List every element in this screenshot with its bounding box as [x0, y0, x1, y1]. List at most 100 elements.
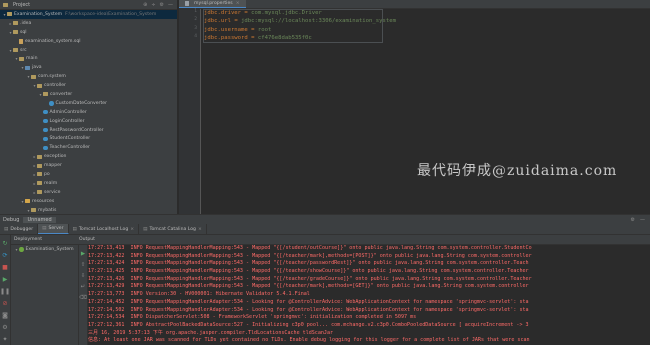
tab-icon: ▤ — [42, 226, 47, 231]
tree-node[interactable]: ▸ exception — [0, 152, 177, 161]
folder-icon — [19, 56, 24, 61]
console-output[interactable]: 17:27:13,413 INFO RequestMappingHandlerM… — [88, 245, 650, 345]
tree-node[interactable]: ▾ resources — [0, 197, 177, 206]
tab-icon: ▤ — [72, 226, 77, 232]
tree-node[interactable]: ▾ com.system — [0, 72, 177, 81]
tree-node[interactable]: ▾ src — [0, 46, 177, 55]
close-tab-icon[interactable]: × — [130, 227, 134, 232]
tree-node[interactable]: LoginController — [0, 117, 177, 126]
code-area[interactable]: jdbc.driver = com.mysql.jdbc.Driver jdbc.… — [204, 9, 650, 42]
class-icon — [43, 118, 48, 124]
property-key: jdbc.password — [204, 34, 248, 41]
property-separator: = — [247, 26, 258, 33]
folder-icon — [37, 163, 42, 168]
tree-node-label: main — [26, 56, 38, 62]
console-toolbar: ▶ ⇧ ⇩ ↵ ⌫ — [79, 245, 88, 345]
tree-node[interactable]: ▾ main — [0, 54, 177, 63]
debug-tab-label: Tomcat Catalina Log — [149, 226, 196, 232]
deploy-item-label: Examination_System — [25, 246, 74, 252]
line-number-gutter: 1 2 3 4 — [179, 9, 201, 214]
camera-icon[interactable]: ◙ — [2, 312, 8, 319]
tree-node[interactable]: ▾ Examination_System F:\workspace-idea\Exa… — [0, 10, 177, 19]
collapse-icon[interactable]: ÷ — [151, 2, 155, 8]
editor-tabs: mysql.properties × — [179, 0, 650, 9]
deploy-up-icon[interactable]: ⇧ — [81, 262, 86, 268]
settings-icon[interactable]: ⚙ — [2, 324, 7, 331]
mute-breakpoints-icon[interactable]: ⊘ — [2, 300, 7, 307]
tree-node-label: exception — [44, 154, 67, 160]
tree-node-label: mybatis — [38, 207, 57, 213]
close-tab-icon[interactable]: × — [198, 227, 202, 232]
tree-node[interactable]: ▸ realm — [0, 179, 177, 188]
debug-toolwindow-bar: Debug Unnamed ⚙ — — [0, 214, 650, 224]
debug-tab[interactable]: ▤ Tomcat Catalina Log × — [139, 224, 207, 234]
resume-icon[interactable]: ▶ — [3, 276, 8, 283]
line-number: 2 — [194, 17, 197, 23]
debug-tab[interactable]: ▤ Tomcat Localhost Log × — [69, 224, 140, 234]
tree-node[interactable]: ▸ .idea — [0, 19, 177, 28]
deploy-run-icon[interactable]: ▶ — [81, 251, 85, 257]
tree-node[interactable]: RestPasswordController — [0, 126, 177, 135]
sync-icon[interactable]: ⊕ — [143, 2, 147, 8]
pin-icon[interactable]: ✦ — [2, 336, 7, 343]
debug-tab[interactable]: ▤ Debugger — [0, 224, 39, 234]
tree-node-label: CustomDateConverter — [55, 100, 107, 106]
settings-icon[interactable]: ⚙ — [160, 2, 164, 8]
deploy-clear-icon[interactable]: ⌫ — [79, 295, 87, 301]
project-tree: ▾ Examination_System F:\workspace-idea\Exa… — [0, 10, 177, 214]
tree-node[interactable]: AdminController — [0, 108, 177, 117]
tree-node-label: .idea — [20, 20, 32, 26]
tree-node-label: StudentController — [49, 136, 91, 142]
tab-icon: ▤ — [143, 226, 148, 232]
tree-node[interactable]: ▸ service — [0, 188, 177, 197]
folder-icon — [13, 21, 18, 26]
property-key: jdbc.username — [204, 26, 248, 33]
tree-node[interactable]: CustomDateConverter — [0, 99, 177, 108]
folder-blue-icon — [25, 65, 30, 70]
debug-tab[interactable]: ▤ Server — [38, 224, 69, 234]
stop-icon[interactable]: ■ — [2, 264, 8, 271]
sql-icon — [19, 38, 23, 44]
tree-node[interactable]: ▾ java — [0, 63, 177, 72]
deploy-wrap-icon[interactable]: ↵ — [81, 284, 86, 290]
tree-node[interactable]: examination_system.sql — [0, 37, 177, 46]
tree-node[interactable]: ▾ mybatis — [0, 206, 177, 214]
pause-icon[interactable]: ❚❚ — [0, 288, 10, 295]
folder-icon — [43, 92, 48, 97]
deploy-down-icon[interactable]: ⇩ — [81, 273, 86, 279]
tree-node-label: resources — [32, 198, 55, 204]
deploy-item[interactable]: ▾ Examination_System — [11, 245, 78, 254]
update-icon[interactable]: ⟳ — [2, 252, 7, 259]
rerun-icon[interactable]: ↻ — [2, 240, 7, 247]
console-line: 17:27:13,773 INFO Version:30 - HV000001:… — [88, 291, 310, 298]
debug-config-tab[interactable]: Unnamed — [23, 216, 56, 223]
tree-node[interactable]: ▾ converter — [0, 90, 177, 99]
debug-hide-icon[interactable]: — — [640, 217, 645, 223]
class-icon — [43, 109, 48, 115]
res-icon — [25, 199, 30, 204]
tree-node[interactable]: TeacherController — [0, 143, 177, 152]
tree-node-label: AdminController — [49, 109, 87, 115]
console-line: 信息: At least one JAR was scanned for TLD… — [88, 337, 530, 344]
project-panel-title[interactable]: Project — [13, 2, 30, 8]
tree-node[interactable]: ▾ controller — [0, 81, 177, 90]
console-line: 17:27:14,452 INFO RequestMappingHandlerA… — [88, 298, 529, 305]
tree-node[interactable]: ▸ po — [0, 170, 177, 179]
tree-node[interactable]: StudentController — [0, 134, 177, 143]
property-value: root — [257, 26, 272, 33]
editor-tab-mysql-properties[interactable]: mysql.properties × — [179, 0, 246, 8]
code-line: jdbc.driver = com.mysql.jdbc.Driver — [204, 9, 650, 17]
tree-node[interactable]: ▸ mapper — [0, 161, 177, 170]
hide-icon[interactable]: — — [168, 2, 173, 8]
console-line: 17:27:13,426 INFO RequestMappingHandlerM… — [88, 275, 532, 282]
deployment-label: Deployment — [14, 237, 43, 242]
close-tab-icon[interactable]: × — [236, 1, 240, 6]
folder-icon — [37, 83, 42, 88]
artifact-icon — [19, 247, 24, 252]
code-line: jdbc.url = jdbc:mysql://localhost:3306/e… — [204, 17, 650, 25]
debug-tabs: ▤ Debugger ▤ Server ▤ Tomcat Localhost Log × ▤ T… — [0, 224, 650, 235]
tree-node[interactable]: ▾ sql — [0, 28, 177, 37]
editor-tab-label: mysql.properties — [194, 1, 233, 6]
debug-settings-icon[interactable]: ⚙ — [631, 217, 635, 223]
project-panel-header: Project ⊕ ÷ ⚙ — — [0, 0, 177, 10]
